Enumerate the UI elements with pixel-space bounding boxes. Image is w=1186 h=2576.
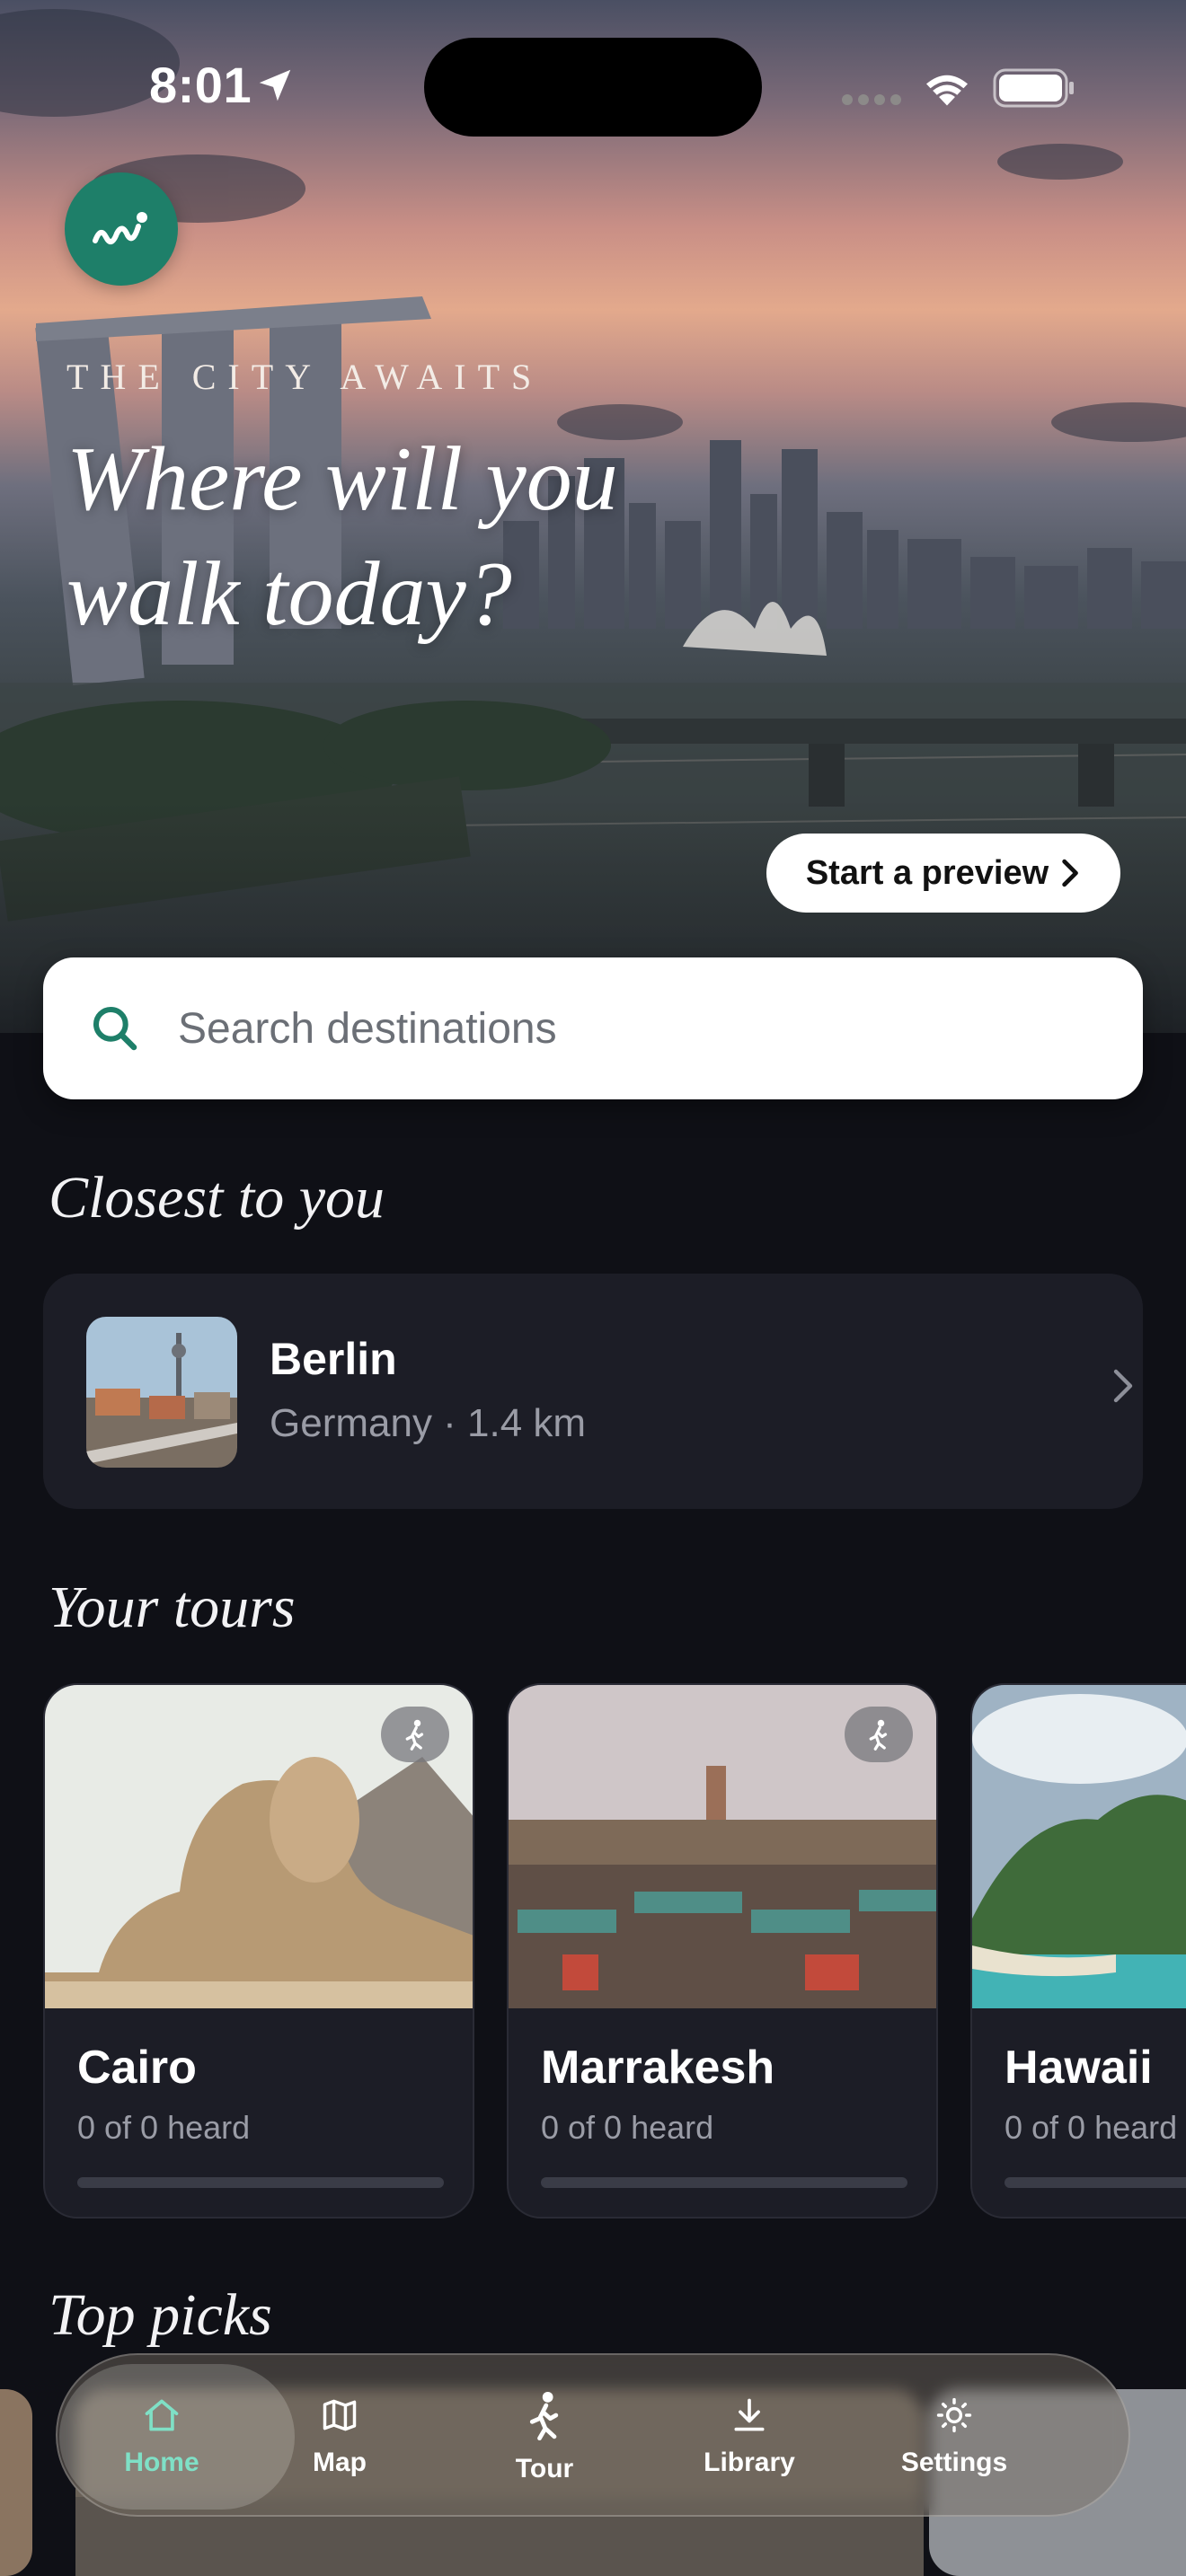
search-field[interactable]: Search destinations [43,957,1143,1099]
squiggle-logo-icon [93,212,147,245]
tour-card-cairo[interactable]: Cairo 0 of 0 heard [43,1683,474,2219]
home-icon [145,2399,179,2431]
berlin-thumbnail [86,1317,237,1468]
tab-library[interactable]: Library [645,2355,854,2519]
closest-city-name: Berlin [270,1334,397,1384]
tour-card-marrakesh[interactable]: Marrakesh 0 of 0 heard [507,1683,938,2219]
tour-heard-count: 0 of 0 heard [1005,2109,1178,2146]
top-picks-section-title: Top picks [49,2282,272,2348]
closest-section-title: Closest to you [49,1165,385,1231]
tab-label: Library [704,2448,795,2477]
tour-name: Hawaii [1005,2042,1153,2094]
cellular-signal-icon [842,94,901,105]
download-icon [734,2398,765,2431]
tab-tour[interactable]: Tour [440,2355,649,2519]
tour-progress-bar [1005,2177,1186,2188]
status-time: 8:01 [149,57,252,113]
hero-headline: Where will you walk today? [66,428,618,645]
chevron-right-icon [1113,1369,1133,1403]
tour-name: Marrakesh [541,2042,775,2094]
tour-heard-count: 0 of 0 heard [77,2109,251,2146]
tab-label: Tour [515,2454,574,2483]
walking-icon [405,1719,424,1751]
wifi-icon [926,75,968,106]
closest-city-meta: Germany · 1.4 km [270,1401,587,1445]
closest-city-card[interactable]: Berlin Germany · 1.4 km [43,1274,1143,1509]
tour-name: Cairo [77,2042,197,2094]
tour-heard-count: 0 of 0 heard [541,2109,714,2146]
location-arrow-icon [259,69,291,101]
battery-icon [993,68,1074,108]
search-icon [93,1006,137,1051]
tab-bar: Home Map Tour Library Settings [56,2353,1130,2517]
walking-icon [529,2391,559,2441]
tour-card-hawaii[interactable]: Hawaii 0 of 0 heard [970,1683,1186,2219]
map-icon [323,2399,357,2431]
status-bar: 8:01 [0,0,1186,171]
tab-map[interactable]: Map [235,2355,444,2519]
search-placeholder: Search destinations [178,1004,557,1053]
tours-section-title: Your tours [49,1575,296,1640]
tab-label: Map [313,2448,367,2477]
tab-label: Home [124,2448,199,2477]
tour-progress-bar [541,2177,907,2188]
tours-carousel[interactable]: Cairo 0 of 0 heard Marrakesh 0 of 0 hear… [0,1683,1186,2222]
walking-badge [845,1707,913,1762]
hawaii-image [972,1685,1186,2008]
sun-icon [936,2397,972,2433]
dynamic-island [424,38,762,137]
app-logo[interactable] [65,172,178,286]
chevron-right-icon [1062,859,1079,887]
tour-progress-bar [77,2177,444,2188]
start-preview-label: Start a preview [805,853,1049,892]
start-preview-button[interactable]: Start a preview [766,834,1120,913]
tab-label: Settings [900,2448,1008,2477]
walking-icon [869,1719,888,1751]
hero-kicker: THE CITY AWAITS [66,357,544,397]
tab-settings[interactable]: Settings [850,2355,1058,2519]
walking-badge [381,1707,449,1762]
